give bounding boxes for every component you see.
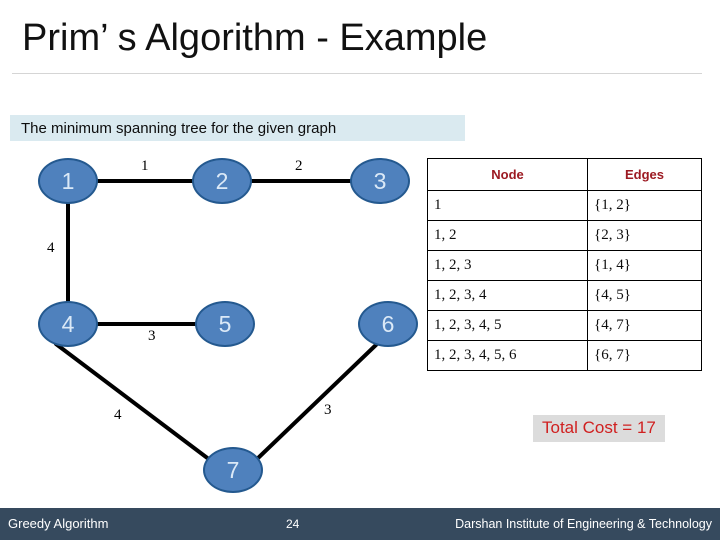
edge-weight-2-3: 2 <box>295 158 303 174</box>
table-row: 1, 2, 3, 4, 5 {4, 7} <box>427 310 702 341</box>
graph-node-2-label: 2 <box>215 167 229 194</box>
table-row: 1, 2, 3, 4 {4, 5} <box>427 280 702 311</box>
graph-diagram: 1 2 3 4 5 6 7 1 2 4 3 4 3 <box>0 148 430 508</box>
column-header-edges: Edges <box>587 158 702 191</box>
graph-node-6[interactable]: 6 <box>358 301 418 347</box>
graph-node-1[interactable]: 1 <box>38 158 98 204</box>
footer-bar: Greedy Algorithm 24 Darshan Institute of… <box>0 508 720 540</box>
edge-line-4-7 <box>54 342 212 462</box>
cell-node: 1, 2, 3, 4, 5, 6 <box>427 340 588 371</box>
footer-topic: Greedy Algorithm <box>8 516 109 531</box>
graph-node-5-label: 5 <box>218 310 232 337</box>
graph-node-5[interactable]: 5 <box>195 301 255 347</box>
graph-node-3-label: 3 <box>373 167 387 194</box>
cell-edges: {4, 7} <box>587 310 702 341</box>
table-row: 1, 2, 3, 4, 5, 6 {6, 7} <box>427 340 702 371</box>
edge-weight-1-2: 1 <box>141 158 149 174</box>
table-row: 1, 2, 3 {1, 4} <box>427 250 702 281</box>
table-header-row: Node Edges <box>427 158 702 191</box>
graph-node-4-label: 4 <box>61 310 75 337</box>
graph-node-7[interactable]: 7 <box>203 447 263 493</box>
graph-node-1-label: 1 <box>61 167 75 194</box>
cell-edges: {1, 2} <box>587 190 702 221</box>
graph-node-6-label: 6 <box>381 310 395 337</box>
graph-node-4[interactable]: 4 <box>38 301 98 347</box>
cell-edges: {4, 5} <box>587 280 702 311</box>
cell-edges: {2, 3} <box>587 220 702 251</box>
edge-weight-4-5: 3 <box>148 328 156 344</box>
footer-institute: Darshan Institute of Engineering & Techn… <box>455 517 712 531</box>
table-row: 1 {1, 2} <box>427 190 702 221</box>
cell-node: 1, 2, 3, 4, 5 <box>427 310 588 341</box>
cell-node: 1, 2, 3 <box>427 250 588 281</box>
graph-node-2[interactable]: 2 <box>192 158 252 204</box>
prim-steps-table: Node Edges 1 {1, 2} 1, 2 {2, 3} 1, 2, 3 … <box>427 158 702 371</box>
cell-edges: {6, 7} <box>587 340 702 371</box>
edge-line-7-6 <box>254 341 380 462</box>
cell-edges: {1, 4} <box>587 250 702 281</box>
edge-weight-4-7: 4 <box>114 407 122 423</box>
cell-node: 1, 2, 3, 4 <box>427 280 588 311</box>
subtitle-text: The minimum spanning tree for the given … <box>21 119 337 137</box>
edge-weight-1-4: 4 <box>47 240 55 256</box>
graph-node-7-label: 7 <box>226 456 240 483</box>
footer-page-number: 24 <box>286 517 300 531</box>
subtitle-banner: The minimum spanning tree for the given … <box>10 115 465 141</box>
table-row: 1, 2 {2, 3} <box>427 220 702 251</box>
column-header-node: Node <box>427 158 588 191</box>
edge-weight-7-6: 3 <box>324 402 332 418</box>
graph-node-3[interactable]: 3 <box>350 158 410 204</box>
title-divider <box>12 73 702 74</box>
cell-node: 1, 2 <box>427 220 588 251</box>
page-title: Prim’ s Algorithm - Example <box>22 17 488 59</box>
cell-node: 1 <box>427 190 588 221</box>
total-cost-label: Total Cost = 17 <box>533 415 665 442</box>
